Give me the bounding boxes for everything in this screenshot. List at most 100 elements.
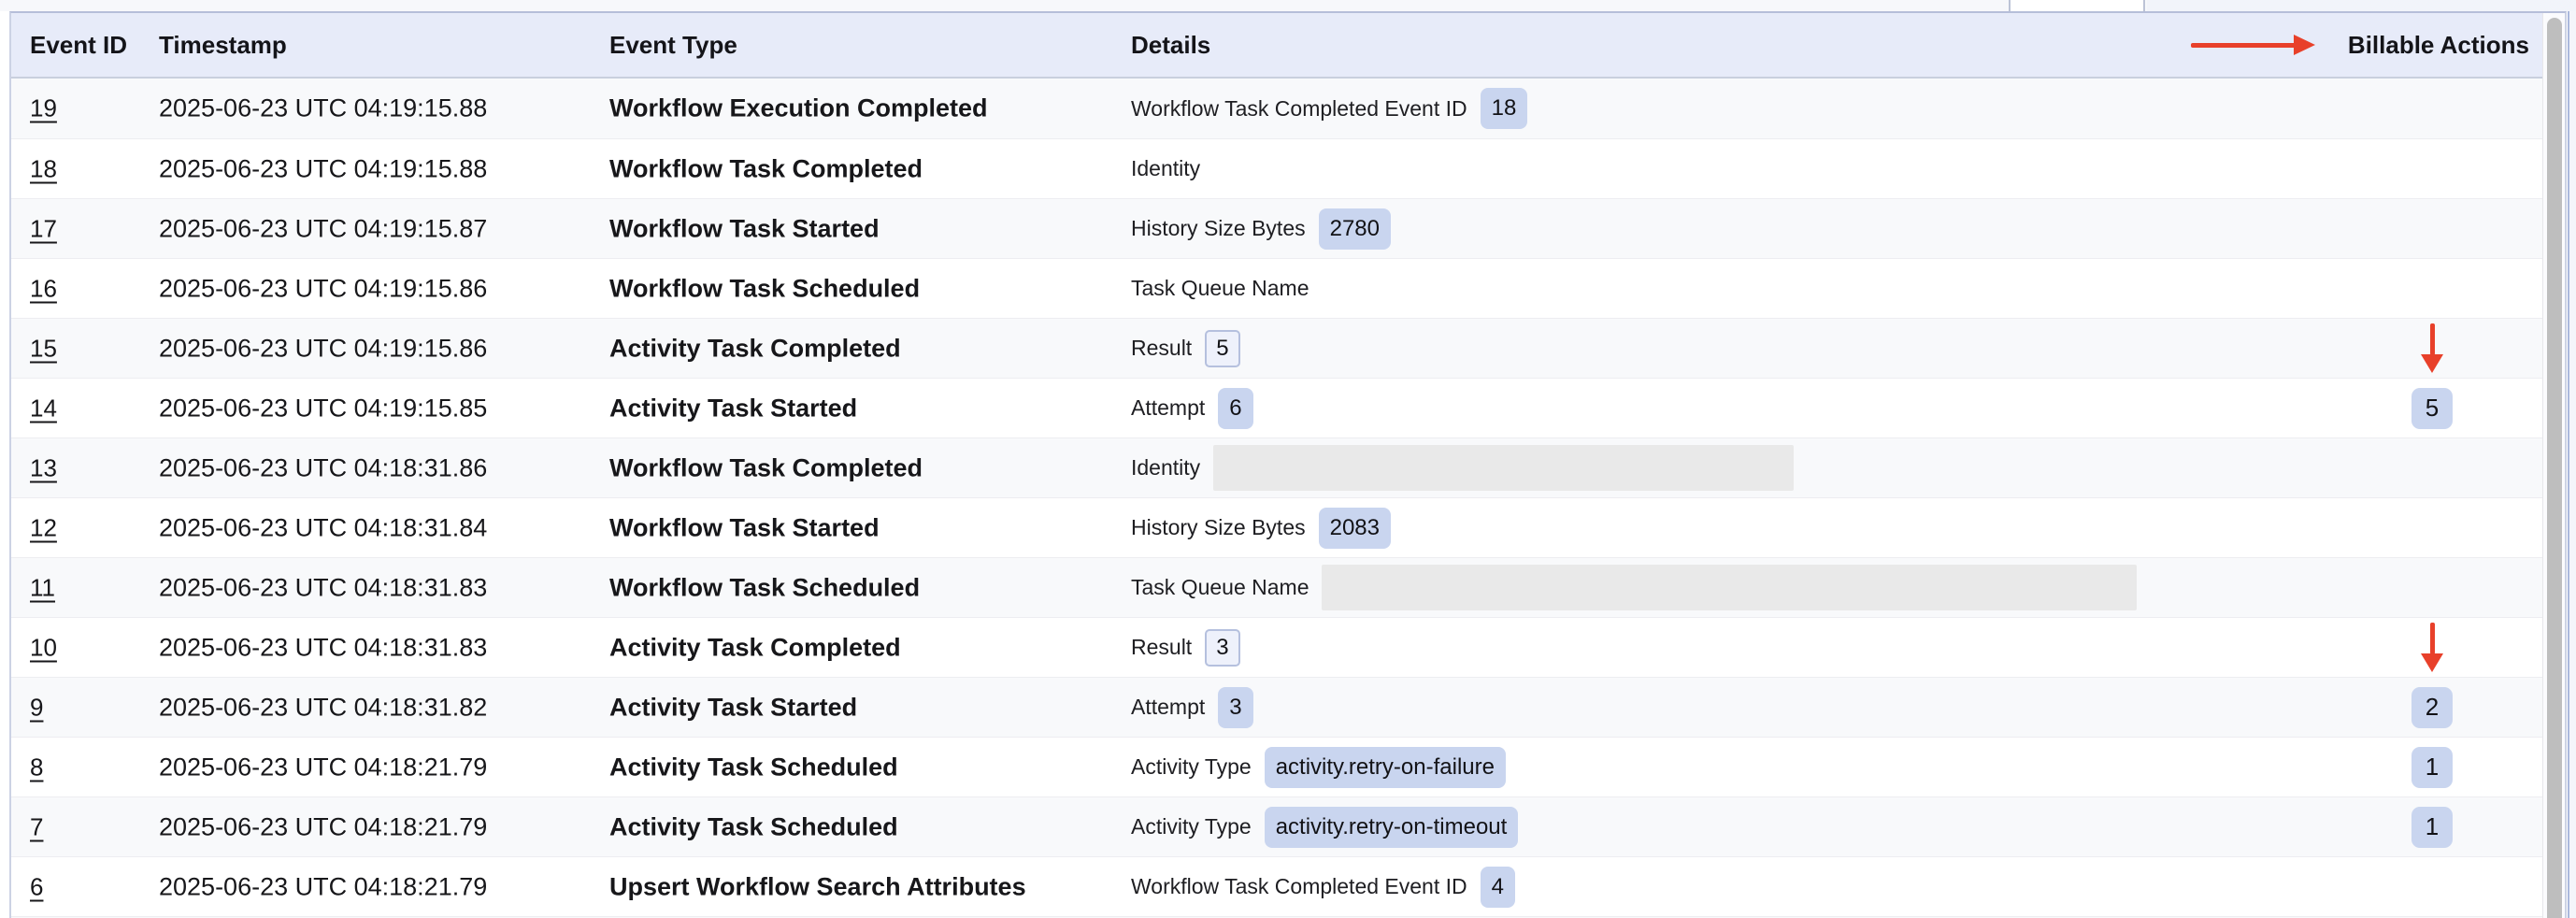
event-timestamp: 2025-06-23 UTC 04:18:31.86	[159, 453, 487, 482]
column-header-timestamp: Timestamp	[159, 13, 287, 77]
table-row-event-19[interactable]: 192025-06-23 UTC 04:19:15.88Workflow Exe…	[11, 79, 2565, 138]
event-timestamp: 2025-06-23 UTC 04:19:15.86	[159, 334, 487, 363]
table-row-event-18[interactable]: 182025-06-23 UTC 04:19:15.88Workflow Tas…	[11, 138, 2565, 198]
page-right-background	[2569, 11, 2576, 918]
billable-actions-count: 5	[2411, 388, 2453, 429]
event-details: Activity Typeactivity.retry-on-failure	[1131, 738, 2397, 796]
event-timestamp: 2025-06-23 UTC 04:18:31.84	[159, 513, 487, 542]
column-header-details: Details	[1131, 13, 1210, 77]
table-row-event-9[interactable]: 9 2025-06-23 UTC 04:18:31.82 Activity Task…	[11, 677, 2565, 737]
table-header-row: Event ID Timestamp Event Type Details Bi…	[11, 13, 2565, 79]
event-type: Workflow Task Scheduled	[609, 573, 920, 602]
event-history-table: Event ID Timestamp Event Type Details Bi…	[9, 11, 2567, 918]
toolbar-right-edge	[2147, 0, 2576, 11]
scrollbar-thumb[interactable]	[2547, 18, 2562, 918]
red-arrow-right-icon	[2191, 13, 2314, 77]
event-id-link[interactable]: 6	[30, 872, 43, 901]
event-timestamp: 2025-06-23 UTC 04:18:21.79	[159, 872, 487, 901]
red-arrow-down-icon	[2421, 623, 2443, 673]
event-id-link[interactable]: 15	[30, 334, 57, 363]
detail-label: History Size Bytes	[1131, 515, 1306, 540]
detail-value-badge: 2780	[1319, 208, 1391, 250]
event-type: Workflow Task Started	[609, 513, 880, 542]
table-row-event-14[interactable]: 14 2025-06-23 UTC 04:19:15.85 Activity Tas…	[11, 378, 2565, 437]
detail-label: Identity	[1131, 156, 1200, 181]
detail-value-badge: 2083	[1319, 508, 1391, 549]
arrow-stem	[2430, 323, 2435, 355]
event-details: History Size Bytes 2780	[1131, 199, 2397, 258]
event-timestamp: 2025-06-23 UTC 04:19:15.86	[159, 274, 487, 303]
table-row-event-16[interactable]: 16 2025-06-23 UTC 04:19:15.86 Workflow Tas…	[11, 258, 2565, 318]
detail-label: History Size Bytes	[1131, 216, 1306, 241]
event-type: Workflow Task Completed	[609, 154, 923, 183]
event-type: Workflow Execution Completed	[609, 94, 988, 123]
redacted-value-box	[1213, 445, 1794, 491]
event-type: Activity Task Completed	[609, 633, 901, 662]
detail-value-badge: 18	[1481, 88, 1528, 129]
detail-value-badge: 6	[1218, 388, 1252, 429]
detail-label: Workflow Task Completed Event ID	[1131, 96, 1467, 122]
detail-label: Activity Type	[1131, 814, 1252, 839]
table-row-event-17[interactable]: 172025-06-23 UTC 04:19:15.87Workflow Tas…	[11, 198, 2565, 258]
table-row-event-13[interactable]: 13 2025-06-23 UTC 04:18:31.86 Workflow Tas…	[11, 437, 2565, 497]
table-row-event-12[interactable]: 12 2025-06-23 UTC 04:18:31.84 Workflow Tas…	[11, 497, 2565, 557]
event-timestamp: 2025-06-23 UTC 04:18:31.83	[159, 573, 487, 602]
event-type: Activity Task Started	[609, 394, 857, 423]
detail-label: Attempt	[1131, 395, 1205, 421]
event-type: Activity Task Scheduled	[609, 812, 898, 841]
vertical-scrollbar[interactable]	[2542, 13, 2565, 918]
event-timestamp: 2025-06-23 UTC 04:19:15.85	[159, 394, 487, 423]
event-id-link[interactable]: 17	[30, 214, 57, 243]
table-row-event-7[interactable]: 7 2025-06-23 UTC 04:18:21.79 Activity Task…	[11, 796, 2565, 856]
event-id-link[interactable]: 10	[30, 633, 57, 662]
event-details: Task Queue Name	[1131, 558, 2397, 617]
detail-value-badge: 3	[1205, 629, 1239, 667]
event-type: Activity Task Completed	[609, 334, 901, 363]
table-row-event-8[interactable]: 8 2025-06-23 UTC 04:18:21.79 Activity Task…	[11, 737, 2565, 796]
event-id-link[interactable]: 8	[30, 753, 43, 782]
event-id-link[interactable]: 7	[30, 812, 43, 841]
event-type: Workflow Task Completed	[609, 453, 923, 482]
billable-actions-count: 1	[2411, 747, 2453, 788]
table-row-event-11[interactable]: 11 2025-06-23 UTC 04:18:31.83 Workflow Tas…	[11, 557, 2565, 617]
event-timestamp: 2025-06-23 UTC 04:19:15.87	[159, 214, 487, 243]
event-details: Identity	[1131, 139, 2397, 198]
table-row-event-15[interactable]: 15 2025-06-23 UTC 04:19:15.86 Activity Tas…	[11, 318, 2565, 378]
column-header-event-type: Event Type	[609, 13, 737, 77]
red-arrow-down-icon	[2421, 323, 2443, 374]
event-type: Activity Task Started	[609, 693, 857, 722]
event-id-link[interactable]: 13	[30, 453, 57, 482]
detail-label: Identity	[1131, 455, 1200, 481]
event-type: Workflow Task Scheduled	[609, 274, 920, 303]
table-body: 192025-06-23 UTC 04:19:15.88Workflow Exe…	[11, 79, 2565, 918]
detail-value-badge: 4	[1481, 867, 1515, 908]
detail-value-badge: 3	[1218, 687, 1252, 728]
event-id-link[interactable]: 9	[30, 693, 43, 722]
detail-value-badge: activity.retry-on-failure	[1265, 747, 1506, 788]
detail-label: Result	[1131, 635, 1192, 660]
event-id-link[interactable]: 16	[30, 274, 57, 303]
billable-actions-count: 1	[2411, 807, 2453, 848]
table-row-event-6[interactable]: 62025-06-23 UTC 04:18:21.79Upsert Workfl…	[11, 856, 2565, 916]
event-id-link[interactable]: 18	[30, 154, 57, 183]
detail-value-badge: activity.retry-on-timeout	[1265, 807, 1519, 848]
event-timestamp: 2025-06-23 UTC 04:18:31.82	[159, 693, 487, 722]
event-timestamp: 2025-06-23 UTC 04:18:21.79	[159, 753, 487, 782]
event-timestamp: 2025-06-23 UTC 04:18:21.79	[159, 812, 487, 841]
event-id-link[interactable]: 11	[30, 573, 55, 602]
table-row-event-10[interactable]: 10 2025-06-23 UTC 04:18:31.83 Activity Tas…	[11, 617, 2565, 677]
detail-label: Workflow Task Completed Event ID	[1131, 874, 1467, 899]
event-type: Activity Task Scheduled	[609, 753, 898, 782]
event-id-link[interactable]: 12	[30, 513, 57, 542]
event-details: Result5	[1131, 319, 2397, 378]
toolbar-bottom-edge	[0, 0, 2576, 11]
arrow-head	[2421, 354, 2443, 373]
event-timestamp: 2025-06-23 UTC 04:18:31.83	[159, 633, 487, 662]
detail-label: Task Queue Name	[1131, 575, 1309, 600]
event-id-link[interactable]: 14	[30, 394, 57, 423]
event-details: Attempt 3	[1131, 678, 2397, 737]
event-id-link[interactable]: 19	[30, 94, 57, 123]
event-details: Workflow Task Completed Event ID 4	[1131, 857, 2397, 916]
billable-actions-count: 2	[2411, 687, 2453, 728]
detail-label: Attempt	[1131, 695, 1205, 720]
